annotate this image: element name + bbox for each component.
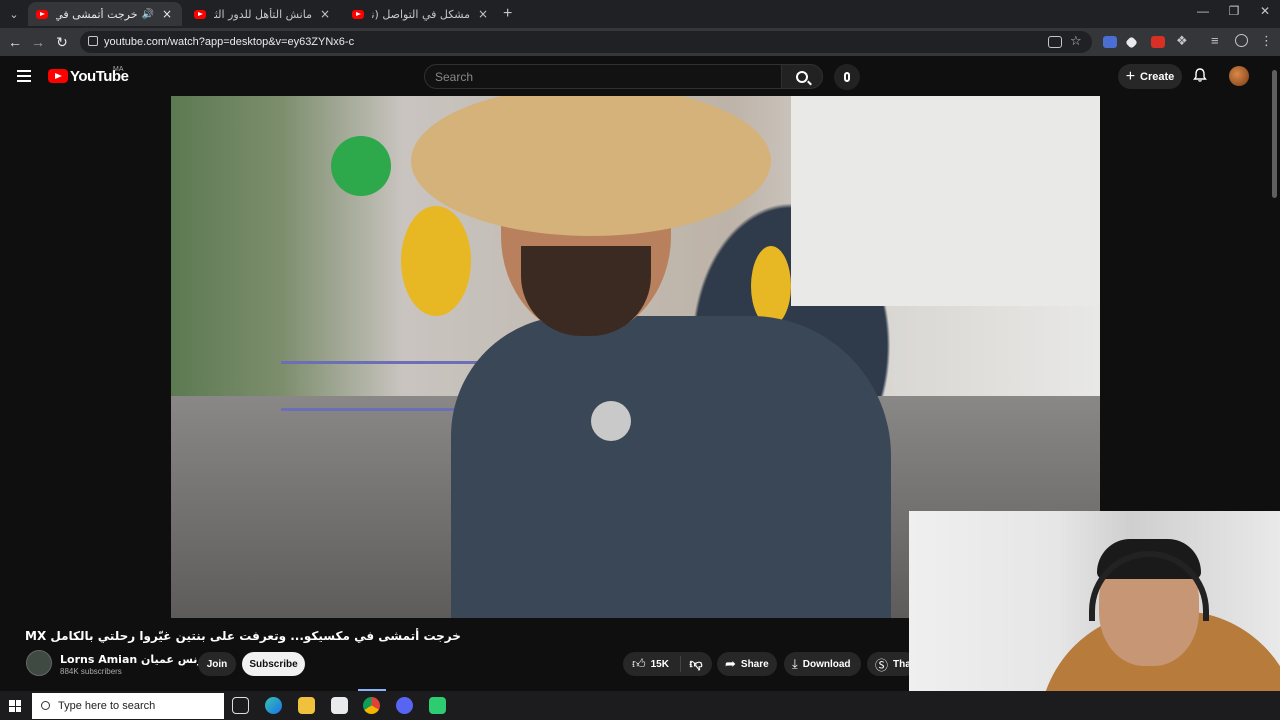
close-tab-icon[interactable]: × bbox=[476, 7, 490, 21]
youtube-header: YouTube MA Search + Create bbox=[0, 56, 1280, 96]
windows-start-icon[interactable] bbox=[9, 700, 21, 712]
video-frame-building bbox=[791, 96, 1100, 306]
subscriber-count: 884K subscribers bbox=[60, 667, 122, 676]
translate-extension-icon[interactable] bbox=[1103, 36, 1117, 48]
thumbs-up-icon: 👍︎ bbox=[632, 656, 646, 671]
bookmark-star-icon[interactable]: ☆ bbox=[1070, 33, 1082, 49]
video-frame-shirt bbox=[451, 316, 891, 618]
video-frame-lapel-mic bbox=[591, 401, 631, 441]
tab-title: مانش التأهل للدور الثاني؟ التشك... bbox=[214, 7, 312, 21]
channel-avatar[interactable] bbox=[26, 650, 52, 676]
url-text: youtube.com/watch?app=desktop&v=ey63ZYNx… bbox=[104, 36, 355, 48]
video-frame-butterfly bbox=[751, 246, 791, 326]
extensions-puzzle-icon[interactable]: ❖ bbox=[1176, 33, 1188, 49]
subscribe-button[interactable]: Subscribe bbox=[242, 652, 305, 676]
taskbar-search-placeholder: Type here to search bbox=[58, 700, 156, 712]
store-icon[interactable] bbox=[331, 697, 348, 714]
media-control-icon[interactable]: ≡ bbox=[1211, 33, 1219, 48]
profile-icon[interactable] bbox=[1235, 34, 1248, 47]
taskbar-search-input[interactable]: Type here to search bbox=[32, 693, 224, 719]
back-icon[interactable]: ← bbox=[5, 34, 25, 50]
video-frame-hat bbox=[411, 96, 771, 236]
share-label: Share bbox=[740, 658, 769, 670]
windows-taskbar: Type here to search bbox=[0, 691, 1280, 720]
channel-name-text: Lorns Amian لورنس عميان bbox=[60, 653, 215, 666]
notifications-bell-icon[interactable] bbox=[1193, 68, 1207, 82]
speaker-icon[interactable]: 🔊 bbox=[142, 9, 154, 20]
taskbar-search-icon bbox=[41, 701, 50, 710]
forward-icon[interactable]: → bbox=[28, 34, 48, 50]
share-arrow-icon: ➦ bbox=[725, 656, 736, 671]
video-frame-butterfly bbox=[401, 206, 471, 316]
download-label: Download bbox=[802, 658, 851, 670]
like-button[interactable]: 👍︎ 15K bbox=[623, 656, 681, 672]
extension-red-icon[interactable] bbox=[1151, 36, 1165, 48]
share-button[interactable]: ➦ Share bbox=[717, 652, 777, 676]
file-explorer-icon[interactable] bbox=[298, 697, 315, 714]
search-icon bbox=[796, 70, 808, 83]
reload-icon[interactable]: ↻ bbox=[52, 34, 72, 51]
task-view-icon[interactable] bbox=[232, 697, 249, 714]
search-button[interactable] bbox=[781, 64, 823, 89]
youtube-logo-icon[interactable] bbox=[48, 69, 68, 83]
new-tab-button[interactable]: + bbox=[503, 5, 512, 23]
site-info-icon[interactable] bbox=[88, 36, 98, 46]
browser-tab-1[interactable]: خرجت أتمشى في مكسيكو... 🔊 × bbox=[28, 2, 182, 26]
close-tab-icon[interactable]: × bbox=[160, 7, 174, 21]
microphone-icon bbox=[844, 72, 850, 82]
edge-browser-icon[interactable] bbox=[265, 697, 282, 714]
address-bar[interactable]: youtube.com/watch?app=desktop&v=ey63ZYNx… bbox=[80, 31, 1092, 53]
webcam-overlay bbox=[909, 511, 1280, 720]
tab-title: مشكل في التواصل (نظرية البرزاك... bbox=[372, 7, 470, 21]
discord-icon[interactable] bbox=[396, 697, 413, 714]
download-icon: ⤓ bbox=[792, 656, 798, 671]
page-scrollbar-thumb[interactable] bbox=[1272, 70, 1277, 198]
like-count: 15K bbox=[650, 658, 669, 670]
install-app-icon[interactable] bbox=[1048, 36, 1062, 48]
active-app-indicator bbox=[358, 689, 386, 691]
thanks-heart-dollar-icon: Ⓢ bbox=[875, 657, 889, 673]
browser-tab-3[interactable]: مشكل في التواصل (نظرية البرزاك... × bbox=[344, 2, 498, 26]
browser-tab-2[interactable]: مانش التأهل للدور الثاني؟ التشك... × bbox=[186, 2, 340, 26]
search-placeholder: Search bbox=[435, 69, 474, 84]
join-button[interactable]: Join bbox=[198, 652, 236, 676]
minimize-icon[interactable]: — bbox=[1188, 4, 1218, 18]
extension-diamond-icon[interactable] bbox=[1125, 36, 1138, 49]
browser-toolbar: ← → ↻ youtube.com/watch?app=desktop&v=ey… bbox=[0, 28, 1280, 56]
video-frame-decoration bbox=[331, 136, 391, 196]
voice-search-button[interactable] bbox=[834, 64, 860, 90]
browser-tab-strip: ⌄ خرجت أتمشى في مكسيكو... 🔊 × مانش التأه… bbox=[0, 0, 1280, 28]
close-tab-icon[interactable]: × bbox=[318, 7, 332, 21]
restore-icon[interactable]: ❐ bbox=[1219, 4, 1249, 18]
dislike-button[interactable]: 👎︎ bbox=[681, 656, 711, 672]
region-code: MA bbox=[113, 66, 124, 73]
video-title: خرجت أتمشى في مكسيكو... وتعرفت على بنتين… bbox=[25, 629, 461, 643]
create-label: Create bbox=[1140, 70, 1175, 83]
like-dislike-group: 👍︎ 15K 👎︎ bbox=[623, 652, 712, 676]
account-avatar[interactable] bbox=[1229, 66, 1249, 86]
close-window-icon[interactable]: ✕ bbox=[1250, 4, 1280, 18]
kebab-menu-icon[interactable]: ⋮ bbox=[1260, 33, 1273, 49]
tab-title: خرجت أتمشى في مكسيكو... bbox=[56, 7, 138, 21]
youtube-favicon-icon bbox=[352, 9, 364, 19]
create-button[interactable]: + Create bbox=[1118, 64, 1182, 89]
youtube-favicon-icon bbox=[194, 9, 206, 19]
tab-search-chevron-icon[interactable]: ⌄ bbox=[4, 4, 24, 24]
thumbs-down-icon: 👎︎ bbox=[689, 656, 703, 671]
app-icon[interactable] bbox=[429, 697, 446, 714]
hamburger-menu-icon[interactable] bbox=[17, 70, 31, 82]
search-input[interactable]: Search bbox=[424, 64, 782, 89]
plus-icon: + bbox=[1125, 67, 1136, 85]
download-button[interactable]: ⤓ Download bbox=[784, 652, 861, 676]
chrome-icon[interactable] bbox=[363, 697, 380, 714]
youtube-favicon-icon bbox=[36, 9, 48, 19]
